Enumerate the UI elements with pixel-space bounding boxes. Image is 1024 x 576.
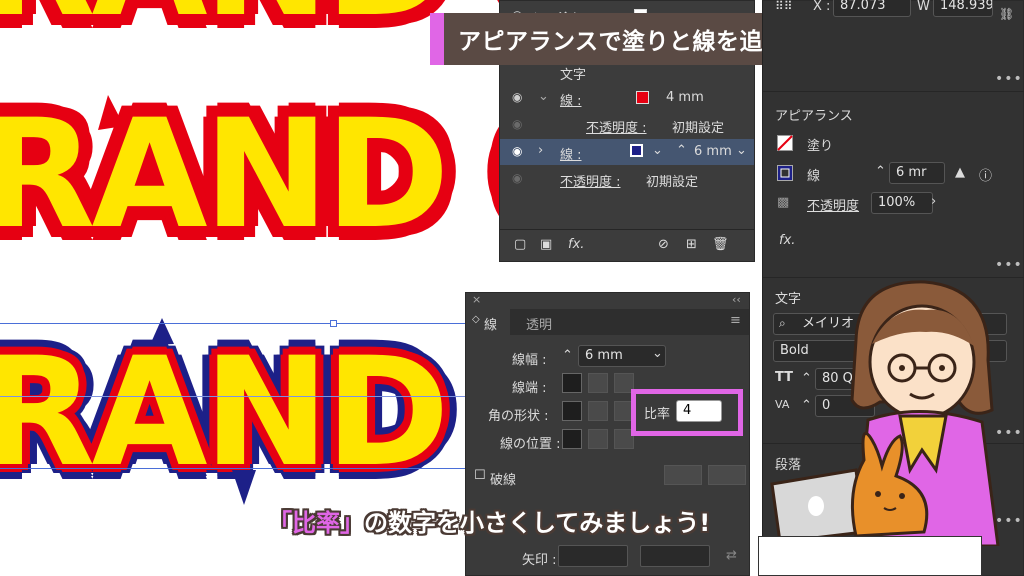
appearance-row-opacity-2[interactable]: ◉ 不透明度 : 初期設定 — [500, 166, 754, 192]
fx-button[interactable]: fx. — [568, 237, 584, 252]
text-cursor-icon: I — [710, 400, 718, 424]
selection-top-edge — [0, 323, 470, 324]
info-icon[interactable]: ⓘ — [979, 165, 992, 184]
weight-label: 線幅 : — [512, 353, 547, 368]
round-cap-button[interactable] — [588, 373, 608, 393]
align-center-button[interactable] — [562, 429, 582, 449]
chevron-right-icon[interactable]: › — [931, 194, 936, 209]
add-fill-icon[interactable]: ▣ — [540, 237, 552, 252]
stroke-label: 線 — [807, 169, 821, 184]
collapse-icon[interactable]: ‹‹ — [732, 293, 741, 306]
align-inside-button[interactable] — [588, 429, 608, 449]
appearance-row-opacity-1[interactable]: ◉ 不透明度 : 初期設定 — [500, 112, 754, 138]
stroke1-value[interactable]: 4 mm — [666, 90, 704, 105]
selection-handle-top[interactable] — [330, 320, 337, 327]
butt-cap-button[interactable] — [562, 373, 582, 393]
stroke1-label[interactable]: 線 : — [560, 90, 582, 109]
warning-icon: ▲ — [955, 165, 965, 180]
fx-button[interactable]: fx. — [779, 233, 795, 248]
corner-label: 角の形状 : — [488, 409, 549, 424]
appearance-row-stroke-2[interactable]: ◉ › 線 : ⌄ ⌃ 6 mm ⌄ — [500, 139, 754, 165]
swap-arrows-icon[interactable]: ⇄ — [726, 548, 737, 563]
banner-accent — [430, 13, 444, 65]
tab-transparency[interactable]: 透明 — [526, 314, 552, 333]
dashed-label: 破線 — [490, 473, 517, 488]
appearance-heading: アピアランス — [775, 109, 853, 124]
chevron-down-icon[interactable]: ⌄ — [652, 143, 663, 158]
duplicate-icon[interactable]: ⊞ — [686, 237, 697, 252]
subtitle-box — [758, 536, 982, 576]
tab-arrows-icon: ◇ — [472, 314, 480, 325]
eye-icon[interactable]: ◉ — [512, 144, 522, 158]
opacity-input[interactable]: 100% — [871, 192, 933, 214]
cap-label: 線端 : — [512, 381, 547, 396]
chevron-right-icon[interactable]: › — [538, 143, 543, 158]
dashed-checkbox[interactable]: ☐ — [474, 468, 486, 483]
opacity1-value: 初期設定 — [672, 121, 725, 136]
stepper-icon[interactable]: ⌃ — [875, 164, 886, 179]
miter-join-button[interactable] — [562, 401, 582, 421]
clear-icon[interactable]: ⊘ — [658, 237, 669, 252]
caption: 「比率」の数字を小さくしてみましょう! — [268, 503, 710, 538]
arrow-end-select[interactable] — [640, 545, 710, 567]
stroke2-swatch[interactable] — [630, 144, 643, 157]
weight-value: 6 mm — [585, 348, 623, 363]
reference-point-icon[interactable]: ⠿⠿ — [775, 0, 793, 13]
arrow-label: 矢印 : — [522, 553, 557, 568]
caption-text: の数字を小さくしてみましょう! — [364, 509, 711, 537]
dash-align-button[interactable] — [664, 465, 702, 485]
add-stroke-icon[interactable]: ▢ — [514, 237, 526, 252]
stroke2-value[interactable]: 6 mm — [694, 144, 732, 159]
align-label: 線の位置 : — [500, 437, 561, 452]
chevron-down-icon[interactable]: ⌄ — [538, 89, 549, 104]
ratio-value: 4 — [683, 403, 692, 418]
eye-icon[interactable]: ◉ — [512, 171, 522, 185]
stroke1-swatch[interactable] — [636, 91, 649, 104]
ratio-highlight: 比率 4 I — [631, 389, 743, 436]
ratio-label: 比率 — [644, 407, 671, 422]
tab-stroke-label: 線 — [484, 318, 498, 333]
stroke-swatch-icon[interactable] — [777, 165, 793, 181]
stepper-icon[interactable]: ⌃ — [676, 143, 687, 158]
x-input[interactable]: 87.073 — [833, 0, 911, 17]
selection-bottom-edge — [0, 468, 470, 469]
opacity2-value: 初期設定 — [646, 175, 699, 190]
arrow-start-select[interactable] — [558, 545, 628, 567]
stroke-weight-input[interactable]: 6 mr — [889, 162, 945, 184]
opacity2-label[interactable]: 不透明度 : — [560, 171, 621, 190]
w-input[interactable]: 148.939 — [933, 0, 993, 17]
more-options-icon[interactable]: ••• — [995, 71, 1023, 87]
link-icon[interactable]: ⛓ — [999, 7, 1014, 21]
mascot-illustration — [770, 280, 1000, 546]
tab-stroke[interactable]: ◇ 線 — [466, 309, 510, 335]
fill-none-icon[interactable] — [777, 135, 793, 151]
chevron-down-icon[interactable]: ⌄ — [736, 143, 747, 158]
chevron-down-icon[interactable]: ⌄ — [652, 346, 663, 361]
fill-label: 塗り — [807, 139, 834, 154]
close-icon[interactable]: × — [472, 293, 481, 306]
caption-highlight: 「比率」 — [268, 509, 364, 537]
stroke-tabbar: ◇ 線 透明 ≡ — [466, 309, 749, 335]
x-label: X : — [813, 0, 831, 14]
stroke2-label[interactable]: 線 : — [560, 144, 582, 163]
eye-icon[interactable]: ◉ — [512, 117, 522, 131]
opacity-icon: ▩ — [777, 195, 790, 210]
stepper-icon[interactable]: ⌃ — [562, 348, 573, 363]
miter-spike-lower — [232, 470, 256, 505]
eye-icon[interactable]: ◉ — [512, 90, 522, 104]
selection-baseline — [0, 396, 470, 397]
menu-icon[interactable]: ≡ — [730, 313, 741, 328]
text-row-label: 文字 — [560, 68, 587, 83]
appearance-row-stroke-1[interactable]: ◉ ⌄ 線 : 4 mm — [500, 85, 754, 111]
round-join-button[interactable] — [588, 401, 608, 421]
dash-adjust-button[interactable] — [708, 465, 746, 485]
miter-spike-top — [98, 95, 124, 130]
opacity-label[interactable]: 不透明度 — [807, 195, 859, 214]
opacity1-label[interactable]: 不透明度 : — [586, 117, 647, 136]
trash-icon[interactable]: 🗑 — [712, 237, 729, 252]
